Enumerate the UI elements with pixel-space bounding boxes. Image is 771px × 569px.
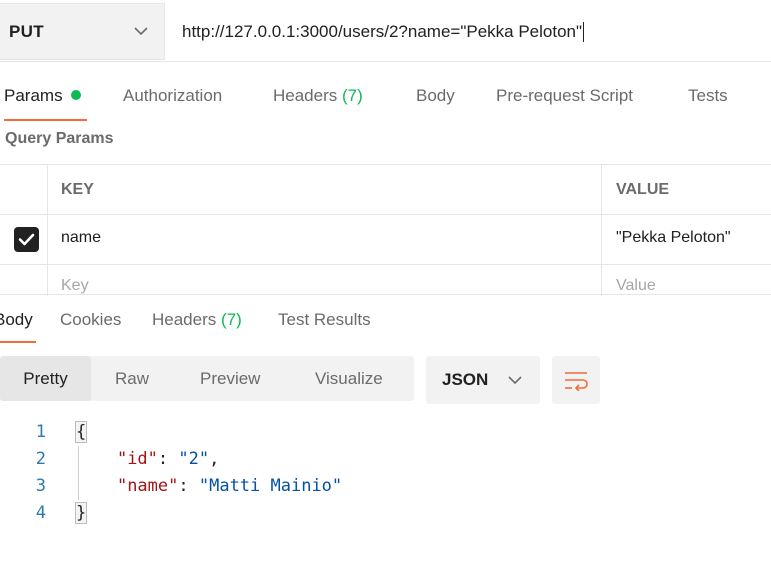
tab-params-label: Params: [4, 86, 63, 105]
wrap-lines-icon: [565, 372, 588, 391]
param-value-cell[interactable]: "Pekka Peloton": [616, 229, 731, 247]
line-number: 1: [35, 422, 46, 442]
code-line: 3 "name": "Matti Mainio": [0, 476, 771, 503]
status-dot-icon: [70, 90, 81, 100]
code-line: 2 "id": "2",: [0, 449, 771, 476]
check-icon: [18, 233, 35, 246]
chevron-down-icon: [134, 27, 148, 36]
json-value: "2": [178, 449, 210, 469]
code-line: 1 {: [0, 421, 771, 449]
query-params-title: Query Params: [5, 130, 114, 147]
mode-visualize-label: Visualize: [315, 368, 383, 388]
mode-preview[interactable]: Preview: [200, 356, 260, 401]
line-number: 4: [35, 503, 46, 523]
method-label: PUT: [9, 21, 44, 41]
column-header-key: KEY: [61, 181, 94, 198]
tab-response-headers-count: (7): [221, 310, 242, 329]
response-tabs: Body Cookies Headers (7) Test Results: [0, 296, 771, 346]
new-value-input[interactable]: Value: [616, 277, 656, 295]
column-divider: [47, 265, 48, 296]
code-text: }: [74, 502, 88, 524]
column-divider: [601, 215, 602, 264]
tab-response-headers-label: Headers: [152, 310, 217, 329]
tab-response-body[interactable]: Body: [0, 310, 33, 330]
json-value: "Matti Mainio": [198, 476, 343, 496]
tab-response-cookies-label: Cookies: [60, 310, 122, 329]
line-number: 2: [35, 449, 46, 469]
query-params-table: KEY VALUE name "Pekka Peloton" Key Value: [0, 164, 771, 296]
mode-pretty[interactable]: Pretty: [0, 356, 91, 401]
code-text: "name": "Matti Mainio": [76, 476, 342, 496]
json-key: "name": [116, 476, 179, 496]
active-tab-indicator: [4, 119, 87, 121]
close-brace: }: [74, 502, 88, 524]
wrap-lines-button[interactable]: [552, 356, 600, 404]
column-divider: [47, 215, 48, 264]
tab-headers[interactable]: Headers (7): [273, 86, 363, 106]
tab-response-body-label: Body: [0, 310, 33, 329]
code-text: "id": "2",: [76, 449, 219, 469]
tab-tests-label: Tests: [688, 86, 728, 105]
format-select[interactable]: JSON: [426, 356, 540, 404]
tab-body[interactable]: Body: [416, 86, 455, 106]
tab-prerequest-label: Pre-request Script: [496, 86, 633, 105]
line-number: 3: [35, 476, 46, 496]
tab-params[interactable]: Params: [4, 86, 81, 106]
open-brace: {: [74, 421, 88, 443]
mode-visualize[interactable]: Visualize: [315, 356, 383, 401]
column-divider: [601, 165, 602, 214]
table-header-row: KEY VALUE: [0, 164, 771, 214]
tab-response-headers[interactable]: Headers (7): [152, 310, 242, 330]
table-row-new: Key Value: [0, 264, 771, 296]
tab-test-results-label: Test Results: [278, 310, 371, 329]
pane-divider[interactable]: [0, 294, 771, 295]
column-divider: [601, 265, 602, 296]
url-text: http://127.0.0.1:3000/users/2?name="Pekk…: [182, 21, 583, 41]
new-key-input[interactable]: Key: [61, 277, 89, 295]
param-key-cell[interactable]: name: [61, 229, 101, 247]
mode-preview-label: Preview: [200, 368, 261, 388]
chevron-down-icon: [508, 376, 522, 385]
column-divider: [47, 165, 48, 214]
json-comma: ,: [209, 449, 220, 469]
request-tabs: Params Authorization Headers (7) Body Pr…: [0, 74, 771, 122]
format-label: JSON: [442, 370, 489, 389]
mode-raw-label: Raw: [115, 368, 150, 388]
code-text: {: [74, 421, 88, 443]
text-caret: [583, 21, 585, 42]
method-select[interactable]: PUT: [0, 3, 165, 60]
request-bar: PUT http://127.0.0.1:3000/users/2?name="…: [0, 0, 771, 62]
tab-headers-label: Headers: [273, 86, 338, 105]
mode-raw[interactable]: Raw: [115, 356, 149, 401]
mode-pretty-label: Pretty: [23, 368, 68, 388]
tab-tests[interactable]: Tests: [688, 86, 728, 106]
tab-prerequest-script[interactable]: Pre-request Script: [496, 86, 633, 106]
json-key: "id": [116, 449, 158, 469]
json-separator: :: [178, 476, 199, 496]
url-input[interactable]: http://127.0.0.1:3000/users/2?name="Pekk…: [165, 3, 771, 60]
param-enabled-checkbox[interactable]: [14, 227, 39, 252]
view-mode-switch: Pretty Raw Preview Visualize: [0, 356, 414, 401]
tab-headers-count: (7): [342, 86, 363, 105]
table-row: name "Pekka Peloton": [0, 214, 771, 264]
tab-response-cookies[interactable]: Cookies: [60, 310, 121, 330]
tab-authorization[interactable]: Authorization: [123, 86, 222, 106]
json-separator: :: [157, 449, 179, 469]
active-response-tab-indicator: [0, 341, 36, 343]
code-line: 4 }: [0, 502, 771, 530]
column-header-value: VALUE: [616, 181, 670, 198]
tab-authorization-label: Authorization: [123, 86, 223, 105]
tab-response-test-results[interactable]: Test Results: [278, 310, 371, 330]
tab-body-label: Body: [416, 86, 455, 105]
